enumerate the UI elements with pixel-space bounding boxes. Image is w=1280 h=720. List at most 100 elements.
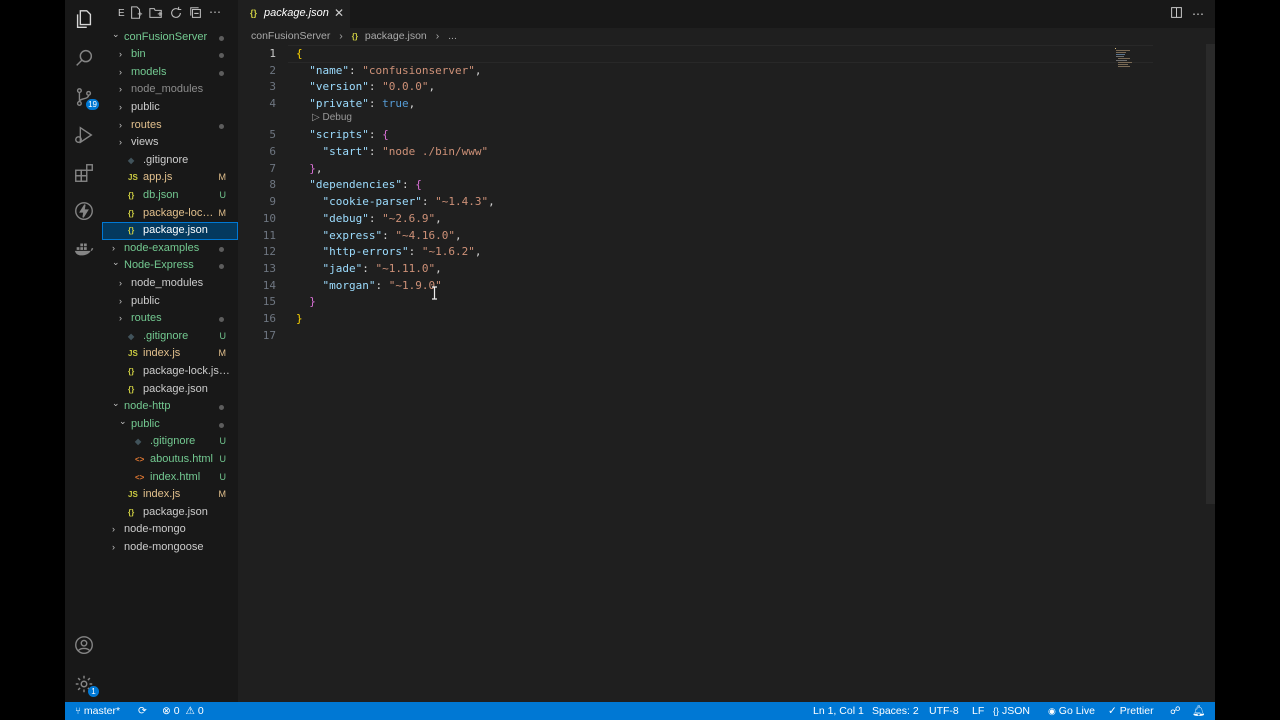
accounts-icon[interactable] (69, 630, 99, 660)
tree-folder[interactable]: › node-mongoose (102, 539, 238, 557)
tree-file[interactable]: ◆ .gitignore U (102, 328, 238, 346)
new-file-icon[interactable] (129, 6, 143, 20)
collapse-all-icon[interactable] (189, 6, 203, 20)
tree-folder[interactable]: › routes (102, 310, 238, 328)
thunder-client-icon[interactable] (69, 196, 99, 226)
code-line: 9 "cookie-parser": "~1.4.3", (238, 193, 1198, 210)
notifications-bell-icon[interactable]: 🔔︎ (1192, 702, 1205, 720)
tree-file[interactable]: {} package.json (102, 504, 238, 522)
manage-gear-icon[interactable]: 1 (69, 669, 99, 699)
git-changes-dot (219, 264, 224, 270)
tree-file[interactable]: <> index.html U (102, 469, 238, 487)
tree-file[interactable]: {} package.json (102, 381, 238, 399)
split-editor-icon[interactable] (1168, 6, 1184, 22)
close-tab-icon[interactable]: ✕ (334, 6, 344, 20)
code-line: 17 (238, 327, 1198, 344)
tree-file[interactable]: JS index.js M (102, 345, 238, 363)
chevron-down-icon: ⌄ (119, 415, 127, 426)
tree-folder[interactable]: › public (102, 293, 238, 311)
tree-item-label: index.html (150, 470, 201, 483)
problems-indicator[interactable]: ⊗ 0 ⚠ 0 (162, 702, 204, 720)
code-line: 10 "debug": "~2.6.9", (238, 210, 1198, 227)
line-text: "morgan": "~1.9.0" (322, 278, 442, 292)
tree-file[interactable]: {} package.json (102, 222, 238, 240)
language-mode[interactable]: {} JSON (993, 702, 1030, 720)
tree-folder[interactable]: › node_modules (102, 275, 238, 293)
line-number: 14 (262, 278, 276, 292)
feedback-icon[interactable]: ☍ (1170, 702, 1181, 720)
explorer-title-letter: E (118, 8, 125, 19)
explorer-icon[interactable] (69, 4, 99, 34)
git-status-badge: M (218, 348, 227, 359)
git-changes-dot (219, 422, 224, 428)
git-changes-dot (219, 405, 224, 411)
code-line: 7 }, (238, 160, 1198, 177)
breadcrumb-symbols[interactable]: ... (448, 30, 457, 42)
tree-folder[interactable]: ⌄ Node-Express (102, 257, 238, 275)
line-number: 8 (269, 178, 276, 192)
encoding[interactable]: UTF-8 (929, 702, 959, 720)
git-branch-icon: ⑂ (75, 706, 81, 717)
tree-folder[interactable]: › routes (102, 117, 238, 135)
refresh-icon[interactable] (169, 6, 183, 20)
code-line: 4 "private": true, (238, 95, 1198, 112)
vscode-window: 19 1 E ⋯ ⌄ conFusionServer › bin › model… (65, 0, 1215, 720)
tree-file[interactable]: <> aboutus.html U (102, 451, 238, 469)
tree-folder[interactable]: › node-mongo (102, 521, 238, 539)
line-number: 1 (269, 47, 276, 60)
chevron-right-icon: › (119, 49, 122, 60)
run-debug-icon[interactable] (69, 120, 99, 150)
sync-icon[interactable]: ⟳ (138, 702, 147, 720)
line-text: "express": "~4.16.0", (322, 228, 462, 242)
tree-folder[interactable]: › models (102, 64, 238, 82)
line-number: 5 (269, 128, 276, 142)
more-actions-icon[interactable]: ⋯ (209, 6, 223, 20)
tree-file[interactable]: ◆ .gitignore U (102, 433, 238, 451)
source-control-icon[interactable]: 19 (69, 82, 99, 112)
tree-folder[interactable]: ⌄ public (102, 416, 238, 434)
tree-file[interactable]: JS app.js M (102, 169, 238, 187)
minimap[interactable] (1113, 47, 1135, 69)
line-number: 9 (269, 195, 276, 209)
breadcrumb-folder[interactable]: conFusionServer (251, 30, 330, 42)
chevron-right-icon: › (119, 119, 122, 130)
line-number: 15 (262, 295, 276, 309)
tree-folder[interactable]: › node_modules (102, 81, 238, 99)
docker-icon[interactable] (69, 234, 99, 264)
editor-scrollbar[interactable] (1206, 44, 1215, 504)
braces-icon: {} (993, 706, 1000, 716)
branch-indicator[interactable]: ⑂ master* (75, 702, 120, 720)
line-number: 11 (262, 228, 276, 242)
end-of-line[interactable]: LF (972, 702, 984, 720)
tree-folder[interactable]: › bin (102, 46, 238, 64)
git-file-icon: ◆ (135, 437, 142, 447)
search-icon[interactable] (69, 43, 99, 73)
tree-file[interactable]: {} package-lock.jsonM (102, 205, 238, 223)
codelens-debug[interactable]: ▷ Debug (312, 112, 352, 123)
git-changes-dot (219, 53, 224, 59)
tree-file[interactable]: ◆ .gitignore (102, 152, 238, 170)
tree-file[interactable]: {} db.json U (102, 187, 238, 205)
go-live-button[interactable]: ◉ Go Live (1048, 702, 1095, 720)
tab-package-json[interactable]: {} package.json ✕ (238, 0, 350, 28)
breadcrumb-file[interactable]: package.json (365, 30, 427, 42)
line-text: "cookie-parser": "~1.4.3", (322, 195, 495, 209)
tree-file[interactable]: JS index.js M (102, 486, 238, 504)
chevron-down-icon: ⌄ (112, 28, 120, 39)
json-file-icon: {} (128, 208, 135, 218)
editor-more-actions-icon[interactable]: ⋯ (1190, 6, 1206, 22)
tree-file[interactable]: {} package-lock.json (102, 363, 238, 381)
tree-folder[interactable]: › node-examples (102, 240, 238, 258)
tree-folder[interactable]: › views (102, 134, 238, 152)
new-folder-icon[interactable] (149, 6, 163, 20)
prettier-button[interactable]: ✓ Prettier (1108, 702, 1154, 720)
breadcrumb-json-icon: {} (351, 32, 358, 41)
tree-folder[interactable]: ⌄ conFusionServer (102, 29, 238, 47)
cursor-position[interactable]: Ln 1, Col 1 (813, 702, 864, 720)
extensions-icon[interactable] (69, 158, 99, 188)
tree-folder[interactable]: › public (102, 99, 238, 117)
editor-area: {} package.json ✕ ⋯ conFusionServer › {}… (238, 0, 1215, 702)
json-file-icon: {} (128, 190, 135, 200)
indentation[interactable]: Spaces: 2 (872, 702, 919, 720)
tree-item-label: models (131, 65, 167, 78)
